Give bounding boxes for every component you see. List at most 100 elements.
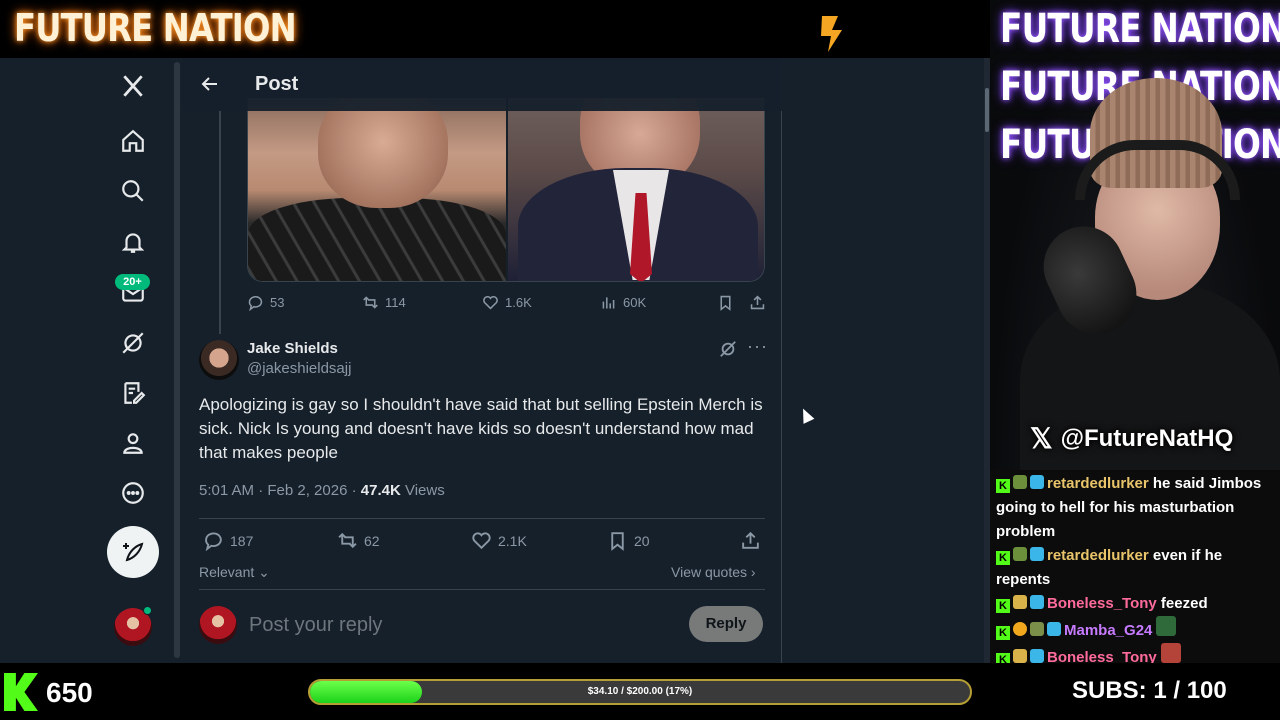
chat-username[interactable]: Boneless_Tony: [1047, 595, 1157, 612]
bookmark-action[interactable]: 20: [607, 530, 650, 551]
emote-badge-icon: [1013, 595, 1027, 609]
author-name[interactable]: Jake Shields: [247, 340, 338, 357]
chevron-down-icon: ⌄: [254, 564, 270, 580]
media-photo-right[interactable]: [508, 98, 764, 281]
share-action[interactable]: [740, 530, 761, 551]
divider: [199, 589, 765, 590]
view-quotes-link[interactable]: View quotes ›: [671, 564, 756, 580]
post-detail-column: Post 53 114 1.6K 60K Jake Shields @jakes…: [182, 58, 782, 663]
like-action[interactable]: 1.6K: [482, 294, 532, 311]
post-views-label: Views: [400, 482, 445, 499]
post-actions: 187 62 2.1K 20: [199, 530, 769, 554]
post-timestamp[interactable]: 5:01 AM · Feb 2, 2026 ·: [199, 482, 361, 499]
emote-badge-icon: [1013, 649, 1027, 663]
page-title: Post: [255, 73, 299, 95]
diamond-badge-icon: [1030, 595, 1044, 609]
share-icon: [750, 295, 765, 310]
chat-message: K Mamba_G24: [996, 616, 1274, 643]
x-logo-icon[interactable]: [113, 66, 153, 106]
x-sidebar: 20+: [0, 58, 176, 663]
media-photo-left[interactable]: [248, 98, 506, 281]
post-meta: 5:01 AM · Feb 2, 2026 · 47.4K Views: [199, 482, 445, 499]
stream-brand: FUTURE NATION: [14, 6, 297, 50]
neon-sign-text: FUTURE NATION: [1000, 6, 1280, 52]
notifications-bell-icon[interactable]: [113, 222, 153, 262]
donation-goal-text: $34.10 / $200.00 (17%): [587, 686, 693, 697]
chat-message: Kretardedlurker he said Jimbos going to …: [996, 470, 1274, 544]
repost-icon: [363, 296, 378, 309]
chat-username[interactable]: retardedlurker: [1047, 547, 1149, 564]
lightning-icon: [821, 16, 842, 52]
reply-action[interactable]: 53: [247, 294, 284, 311]
reply-icon: [205, 532, 222, 551]
home-icon[interactable]: [113, 121, 153, 161]
analytics-icon: [602, 297, 615, 309]
author-handle[interactable]: @jakeshieldsajj: [247, 360, 351, 377]
x-logo-icon: 𝕏: [1030, 423, 1053, 454]
messages-badge: 20+: [115, 274, 150, 290]
viewer-count: 650: [46, 677, 93, 708]
subs-counter: SUBS: 1 / 100: [1072, 677, 1227, 704]
lists-icon[interactable]: [113, 373, 153, 413]
reply-composer: Post your reply Reply: [199, 606, 769, 646]
stream-overlay: FUTURE NATION 20+ Post 53 114 1.6K 60K J…: [0, 0, 1280, 720]
post-author-row: Jake Shields @jakeshieldsajj ···: [199, 336, 769, 380]
like-action[interactable]: 2.1K: [471, 530, 527, 551]
author-avatar[interactable]: [199, 340, 239, 380]
share-action[interactable]: [749, 294, 766, 311]
chat-message: K Boneless_Tony feezed: [996, 592, 1274, 616]
parent-post-media[interactable]: [247, 98, 765, 282]
bookmark-icon: [720, 295, 731, 311]
kick-logo-icon: [4, 673, 38, 711]
thread-connector-line: [219, 111, 221, 334]
kick-badge-icon: K: [996, 626, 1010, 640]
kick-badge-icon: K: [996, 479, 1010, 493]
divider: [199, 518, 765, 519]
post-header: Post: [182, 58, 782, 111]
chat-username[interactable]: Mamba_G24: [1064, 622, 1152, 639]
compose-post-button[interactable]: [107, 526, 159, 578]
donation-goal-bar: $34.10 / $200.00 (17%): [308, 679, 972, 705]
kick-badge-icon: K: [996, 551, 1010, 565]
stream-bottom-bar: 650 $34.10 / $200.00 (17%) SUBS: 1 / 100: [0, 663, 1280, 720]
diamond-badge-icon: [1030, 547, 1044, 561]
more-options-icon[interactable]: [113, 473, 153, 513]
sidebar-scrollbar[interactable]: [174, 62, 180, 658]
repost-action[interactable]: 114: [362, 294, 406, 311]
mouse-cursor-icon: [797, 406, 815, 424]
emote-badge-icon: [1013, 547, 1027, 561]
scrollbar-thumb[interactable]: [985, 88, 989, 132]
bookmark-icon: [611, 532, 624, 551]
heart-icon: [472, 532, 491, 550]
arrow-left-icon: [201, 77, 217, 91]
grok-icon[interactable]: [113, 323, 153, 363]
reply-icon: [248, 296, 263, 311]
repost-icon: [338, 532, 357, 549]
emote-icon: [1156, 616, 1177, 636]
grok-explain-icon[interactable]: [719, 340, 739, 360]
back-button[interactable]: [196, 70, 224, 98]
sort-replies-dropdown[interactable]: Relevant ⌄: [199, 564, 270, 581]
reply-action[interactable]: 187: [203, 530, 253, 551]
views-action[interactable]: 60K: [600, 294, 646, 311]
chat-username[interactable]: retardedlurker: [1047, 475, 1149, 492]
diamond-badge-icon: [1047, 622, 1061, 636]
diamond-badge-icon: [1030, 475, 1044, 489]
emote-badge-icon: [1013, 622, 1027, 636]
x-browser-window: 20+ Post 53 114 1.6K 60K Jake Shields @j…: [0, 58, 990, 663]
stream-chat: Kretardedlurker he said Jimbos going to …: [990, 470, 1280, 667]
emote-badge-icon: [1013, 475, 1027, 489]
chat-message: Kretardedlurker even if he repents: [996, 544, 1274, 592]
search-icon[interactable]: [113, 171, 153, 211]
repost-action[interactable]: 62: [337, 530, 380, 551]
emote-badge-icon: [1030, 622, 1044, 636]
profile-icon[interactable]: [113, 423, 153, 463]
more-menu-icon[interactable]: ···: [747, 336, 768, 357]
post-views-count: 47.4K: [360, 482, 401, 499]
kick-badge-icon: K: [996, 599, 1010, 613]
diamond-badge-icon: [1030, 649, 1044, 663]
post-text: Apologizing is gay so I shouldn't have s…: [199, 395, 763, 462]
bookmark-action[interactable]: [717, 294, 734, 311]
reply-input[interactable]: Post your reply: [249, 614, 382, 637]
reply-button[interactable]: Reply: [689, 606, 763, 642]
